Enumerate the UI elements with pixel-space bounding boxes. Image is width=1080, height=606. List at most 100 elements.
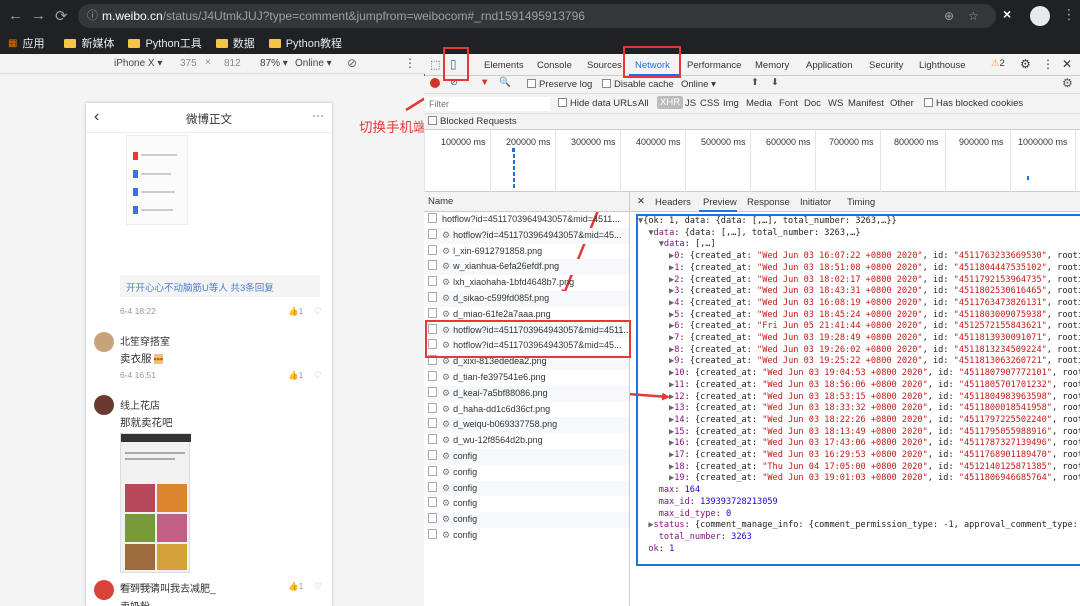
filter-type-ws[interactable]: WS — [828, 98, 843, 109]
request-row[interactable]: ⚙ d_weiqu-b069337758.png — [424, 417, 629, 434]
checkbox[interactable] — [527, 79, 536, 88]
request-row[interactable]: ⚙ d_tian-fe397541e6.png — [424, 370, 629, 386]
json-row[interactable]: ▶8: {created_at: "Wed Jun 03 19:26:02 +0… — [638, 345, 1080, 357]
json-row[interactable]: ▶5: {created_at: "Wed Jun 03 18:45:24 +0… — [638, 310, 1080, 322]
checkbox[interactable] — [428, 116, 437, 125]
request-row[interactable]: ⚙ l_xin-6912791858.png — [424, 244, 629, 260]
request-row[interactable]: ⚙ d_wu-12f8564d2b.png — [424, 433, 629, 449]
request-row[interactable]: ⚙ config — [424, 512, 629, 528]
json-row[interactable]: ▶1: {created_at: "Wed Jun 03 18:51:08 +0… — [638, 263, 1080, 275]
filter-icon[interactable]: ▼ — [480, 77, 489, 88]
json-row[interactable]: ▶18: {created_at: "Thu Jun 04 17:05:00 +… — [638, 462, 1080, 474]
filter-type-js[interactable]: JS — [685, 98, 696, 109]
inspect-icon[interactable]: ⬚ — [430, 58, 440, 71]
json-ok[interactable]: ok: 1 — [638, 544, 1080, 556]
request-row[interactable]: ⚙ lxh_xiaohaha-1bfd4648b7.png — [424, 275, 629, 291]
request-row[interactable]: ⚙ config — [424, 496, 629, 512]
grid-line — [1010, 130, 1011, 192]
more-icon[interactable]: ⋮ — [1042, 57, 1054, 71]
timeline-request-mark — [513, 154, 515, 158]
blocked-requests-checkbox[interactable]: Blocked Requests — [428, 116, 517, 127]
json-row[interactable]: ▶2: {created_at: "Wed Jun 03 18:02:17 +0… — [638, 275, 1080, 287]
json-data[interactable]: ▼data: {data: [,…], total_number: 3263,…… — [638, 228, 1080, 240]
throttle-select[interactable]: Online ▾ — [681, 79, 716, 90]
request-row[interactable]: ⚙ d_sikao-c599fd085f.png — [424, 290, 629, 307]
settings-icon[interactable]: ⚙ — [1020, 57, 1031, 71]
json-row[interactable]: ▶14: {created_at: "Wed Jun 03 18:22:26 +… — [638, 415, 1080, 427]
json-row[interactable]: ▶13: {created_at: "Wed Jun 03 18:33:32 +… — [638, 403, 1080, 415]
close-icon[interactable]: ✕ — [1062, 57, 1072, 71]
json-row[interactable]: ▶15: {created_at: "Wed Jun 03 18:13:49 +… — [638, 427, 1080, 439]
tab-timing[interactable]: Timing — [847, 197, 875, 208]
filter-type-css[interactable]: CSS — [700, 98, 720, 109]
json-row[interactable]: ▶3: {created_at: "Wed Jun 03 18:43:31 +0… — [638, 286, 1080, 298]
request-row[interactable]: ⚙ d_keai-7a5bf88086.png — [424, 385, 629, 402]
tab-initiator[interactable]: Initiator — [800, 197, 831, 208]
import-icon[interactable]: ⬆ — [751, 77, 759, 88]
tab-sources[interactable]: Sources — [587, 60, 622, 71]
filter-type-doc[interactable]: Doc — [804, 98, 821, 109]
json-data-array[interactable]: ▼data: [,…] — [638, 239, 1080, 251]
json-row[interactable]: ▶9: {created_at: "Wed Jun 03 19:25:22 +0… — [638, 356, 1080, 368]
request-row[interactable]: ⚙ d_haha-dd1c6d36cf.png — [424, 402, 629, 418]
json-max-id[interactable]: max_id: 139393728213059 — [638, 497, 1080, 509]
filter-type-other[interactable]: Other — [890, 98, 914, 109]
checkbox[interactable] — [602, 79, 611, 88]
json-status[interactable]: ▶status: {comment_manage_info: {comment_… — [638, 520, 1080, 532]
filter-type-media[interactable]: Media — [746, 98, 772, 109]
json-row[interactable]: ▶19: {created_at: "Wed Jun 03 19:01:03 +… — [638, 473, 1080, 485]
filter-type-img[interactable]: Img — [723, 98, 739, 109]
warning-badge[interactable]: ⚠2 — [991, 58, 1005, 69]
disable-cache-checkbox[interactable]: Disable cache — [602, 79, 674, 90]
request-row[interactable]: ⚙ hotflow?id=4511703964943057&mid=45... — [424, 227, 629, 244]
filter-type-xhr[interactable]: XHR — [657, 96, 684, 109]
tab-application[interactable]: Application — [806, 60, 852, 71]
checkbox[interactable] — [558, 98, 567, 107]
filter-type-all[interactable]: All — [638, 98, 649, 109]
tab-security[interactable]: Security — [869, 60, 903, 71]
filter-type-manifest[interactable]: Manifest — [848, 98, 884, 109]
json-row[interactable]: ▶10: {created_at: "Wed Jun 03 19:04:53 +… — [638, 368, 1080, 380]
json-row[interactable]: ▶0: {created_at: "Wed Jun 03 16:07:22 +0… — [638, 251, 1080, 263]
json-max-id-type[interactable]: max_id_type: 0 — [638, 509, 1080, 521]
json-row[interactable]: ▶17: {created_at: "Wed Jun 03 16:29:53 +… — [638, 450, 1080, 462]
json-max[interactable]: max: 164 — [638, 485, 1080, 497]
search-icon[interactable]: 🔍 — [499, 77, 511, 88]
tab-elements[interactable]: Elements — [484, 60, 524, 71]
checkbox[interactable] — [924, 98, 933, 107]
json-row[interactable]: ▶6: {created_at: "Fri Jun 05 21:41:44 +0… — [638, 321, 1080, 333]
request-row[interactable]: ⚙ config — [424, 480, 629, 497]
request-row[interactable]: hotflow?id=4511703964943057&mid=4511... — [424, 212, 629, 228]
json-row[interactable]: ▶16: {created_at: "Wed Jun 03 17:43:06 +… — [638, 438, 1080, 450]
export-icon[interactable]: ⬇ — [771, 77, 779, 88]
has-blocked-checkbox[interactable]: Has blocked cookies — [924, 98, 1023, 109]
name-column-header[interactable]: Name — [424, 192, 630, 212]
filter-type-font[interactable]: Font — [779, 98, 798, 109]
record-icon[interactable] — [430, 78, 440, 88]
tab-headers[interactable]: Headers — [655, 197, 691, 208]
hide-data-urls-checkbox[interactable]: Hide data URLs — [558, 98, 637, 109]
json-total-number[interactable]: total_number: 3263 — [638, 532, 1080, 544]
network-settings-icon[interactable]: ⚙ — [1062, 76, 1073, 90]
tab-console[interactable]: Console — [537, 60, 572, 71]
tab-lighthouse[interactable]: Lighthouse — [919, 60, 965, 71]
json-row[interactable]: ▶4: {created_at: "Wed Jun 03 16:08:19 +0… — [638, 298, 1080, 310]
tab-memory[interactable]: Memory — [755, 60, 789, 71]
json-root[interactable]: ▼{ok: 1, data: {data: [,…], total_number… — [638, 216, 1080, 228]
json-row[interactable]: ▶12: {created_at: "Wed Jun 03 18:53:15 +… — [638, 392, 1080, 404]
tab-response[interactable]: Response — [747, 197, 790, 208]
tab-preview[interactable]: Preview — [703, 197, 737, 208]
close-detail-icon[interactable]: ✕ — [637, 196, 645, 207]
tab-performance[interactable]: Performance — [687, 60, 741, 71]
request-row[interactable]: ⚙ config — [424, 465, 629, 481]
request-row[interactable]: ⚙ config — [424, 448, 629, 465]
preserve-log-checkbox[interactable]: Preserve log — [527, 79, 592, 90]
json-row[interactable]: ▶11: {created_at: "Wed Jun 03 18:56:06 +… — [638, 380, 1080, 392]
request-name: config — [453, 450, 478, 461]
network-overview-timeline[interactable]: 100000 ms 200000 ms 300000 ms 400000 ms … — [424, 130, 1080, 192]
filter-input[interactable] — [426, 97, 550, 111]
json-preview[interactable]: ▼{ok: 1, data: {data: [,…], total_number… — [636, 214, 1080, 566]
request-row[interactable]: ⚙ w_xianhua-6efa26efdf.png — [424, 259, 629, 276]
request-row[interactable]: ⚙ config — [424, 528, 629, 544]
json-row[interactable]: ▶7: {created_at: "Wed Jun 03 19:28:49 +0… — [638, 333, 1080, 345]
